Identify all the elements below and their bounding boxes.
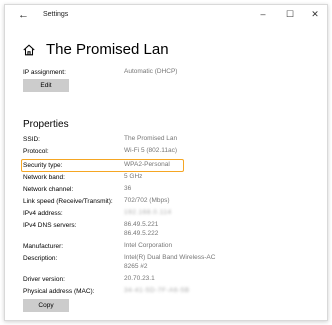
page-title: The Promised Lan — [46, 41, 169, 58]
edit-button[interactable]: Edit — [23, 79, 69, 92]
network-band-value: 5 GHz — [124, 173, 143, 180]
ssid-value: The Promised Lan — [124, 135, 178, 142]
security-type-value: WPA2-Personal — [124, 161, 170, 168]
protocol-label: Protocol: — [23, 148, 49, 155]
ip-assignment-label: IP assignment: — [23, 69, 66, 76]
manufacturer-label: Manufacturer: — [23, 243, 64, 250]
close-button[interactable]: ✕ — [309, 9, 321, 20]
description-label: Description: — [23, 255, 58, 262]
page-header: The Promised Lan — [22, 41, 169, 58]
ip-assignment-value: Automatic (DHCP) — [124, 68, 178, 75]
ipv4-dns-label: IPv4 DNS servers: — [23, 222, 77, 229]
home-icon — [23, 43, 35, 55]
network-channel-label: Network channel: — [23, 186, 74, 193]
description-value-2: 8265 #2 — [124, 263, 148, 270]
ipv4-address-value: 192.168.0.114 — [124, 209, 172, 216]
ipv4-dns-value-2: 86.49.5.222 — [124, 230, 159, 237]
description-value-1: Intel(R) Dual Band Wireless-AC — [124, 254, 216, 261]
properties-heading: Properties — [23, 119, 69, 130]
mac-address-value: 34-41-5D-7F-A6-5B — [124, 287, 190, 294]
network-channel-value: 36 — [124, 185, 132, 192]
driver-version-value: 20.70.23.1 — [124, 275, 155, 282]
manufacturer-value: Intel Corporation — [124, 242, 173, 249]
network-band-label: Network band: — [23, 174, 65, 181]
maximize-button[interactable]: ☐ — [284, 9, 296, 20]
minimize-button[interactable]: – — [257, 9, 269, 19]
protocol-value: Wi-Fi 5 (802.11ac) — [124, 147, 177, 154]
link-speed-value: 702/702 (Mbps) — [124, 197, 170, 204]
title-bar: ← Settings – ☐ ✕ — [5, 5, 327, 27]
settings-window: ← Settings – ☐ ✕ The Promised Lan IP ass… — [4, 4, 328, 321]
back-arrow-icon[interactable]: ← — [18, 9, 29, 21]
driver-version-label: Driver version: — [23, 276, 65, 283]
ipv4-dns-value-1: 86.49.5.221 — [124, 221, 159, 228]
link-speed-label: Link speed (Receive/Transmit): — [23, 198, 113, 205]
app-title: Settings — [43, 11, 69, 18]
mac-address-label: Physical address (MAC): — [23, 288, 95, 295]
security-type-label: Security type: — [23, 162, 63, 169]
ipv4-address-label: IPv4 address: — [23, 210, 63, 217]
copy-button[interactable]: Copy — [23, 299, 69, 312]
ssid-label: SSID: — [23, 136, 40, 143]
